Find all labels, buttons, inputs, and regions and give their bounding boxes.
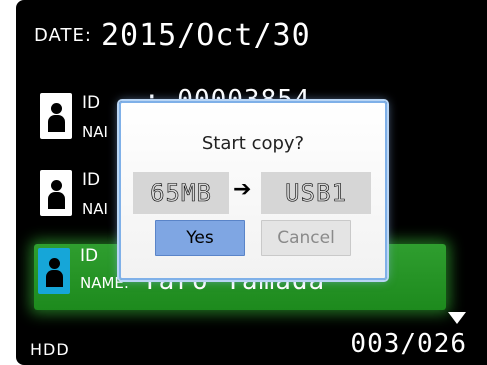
person-icon: [38, 248, 70, 294]
date-value: 2015/Oct/30: [101, 18, 311, 53]
id-label: ID: [82, 93, 101, 113]
copy-dialog: Start copy? 65MB ➔ USB1 Yes Cancel: [119, 101, 387, 280]
arrow-right-icon: ➔: [233, 177, 252, 202]
date-label: DATE:: [34, 25, 92, 46]
media-label: HDD: [30, 340, 70, 359]
dialog-title: Start copy?: [201, 133, 305, 154]
copy-size: 65MB: [133, 172, 229, 214]
id-label: ID: [80, 246, 99, 266]
person-icon: [40, 170, 72, 216]
person-icon: [40, 93, 72, 139]
name-label: NAI: [82, 123, 108, 141]
record-counter: 003/026: [350, 329, 467, 359]
yes-button[interactable]: Yes: [155, 220, 245, 256]
id-label: ID: [82, 170, 101, 190]
cancel-button[interactable]: Cancel: [261, 220, 351, 256]
name-label: NAI: [82, 200, 108, 218]
date-row: DATE: 2015/Oct/30: [34, 18, 311, 53]
screen: DATE: 2015/Oct/30 ID : 00003854 NAI ID N…: [0, 0, 487, 365]
scroll-down-icon[interactable]: [448, 312, 466, 324]
copy-destination: USB1: [261, 172, 371, 214]
